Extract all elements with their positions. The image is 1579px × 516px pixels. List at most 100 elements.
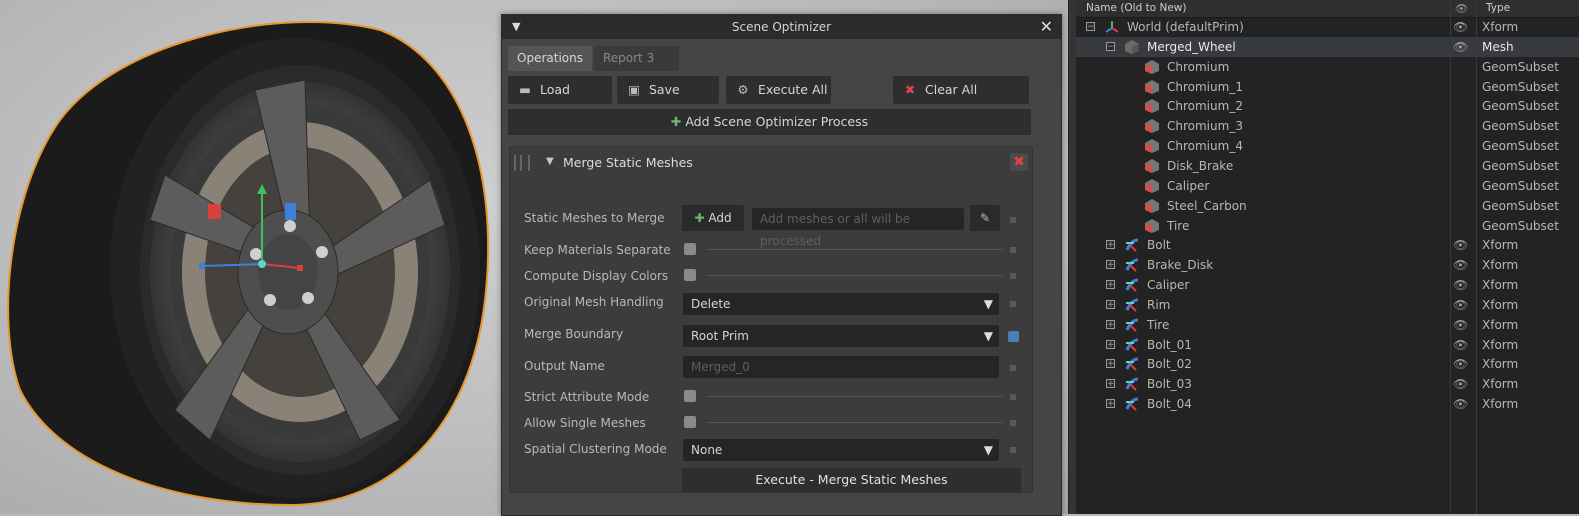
optimizer-titlebar[interactable]: ▼ Scene Optimizer ✕ <box>502 15 1061 39</box>
prim-type: Xform <box>1482 397 1519 412</box>
visibility-eye-icon[interactable]: 👁 <box>1453 315 1468 335</box>
tree-row[interactable]: + Tire 👁 Xform <box>1076 315 1579 335</box>
compute-colors-checkbox[interactable] <box>684 269 696 281</box>
optimizer-title: Scene Optimizer <box>731 20 832 34</box>
visibility-eye-icon[interactable]: 👁 <box>1453 335 1468 355</box>
tree-row[interactable]: Steel_Carbon GeomSubset <box>1076 196 1579 216</box>
reset-indicator[interactable] <box>1010 447 1016 453</box>
visibility-eye-icon[interactable]: 👁 <box>1453 17 1468 37</box>
tree-row[interactable]: Disk_Brake GeomSubset <box>1076 156 1579 176</box>
tree-row[interactable]: − World (defaultPrim) 👁 Xform <box>1076 17 1579 37</box>
visibility-column-icon[interactable]: 👁 <box>1455 2 1468 15</box>
merge-boundary-select[interactable]: Root Prim ▼ <box>683 325 999 347</box>
tree-row[interactable]: Chromium_2 GeomSubset <box>1076 96 1579 116</box>
geomsubset-icon <box>1144 118 1160 134</box>
prim-name: Steel_Carbon <box>1167 198 1247 213</box>
tree-row[interactable]: + Bolt_01 👁 Xform <box>1076 335 1579 355</box>
add-process-label: Add Scene Optimizer Process <box>685 114 869 129</box>
tree-row[interactable]: + Bolt_02 👁 Xform <box>1076 354 1579 374</box>
column-type-header[interactable]: Type <box>1486 2 1510 14</box>
close-icon[interactable]: ✕ <box>1040 17 1053 36</box>
visibility-eye-icon[interactable]: 👁 <box>1453 275 1468 295</box>
reset-indicator[interactable] <box>1010 365 1016 371</box>
visibility-eye-icon[interactable]: 👁 <box>1453 255 1468 275</box>
tree-row[interactable]: + Bolt_03 👁 Xform <box>1076 374 1579 394</box>
add-process-button[interactable]: ✚ Add Scene Optimizer Process <box>508 109 1031 135</box>
prim-type: Xform <box>1482 278 1519 293</box>
visibility-eye-icon[interactable]: 👁 <box>1453 37 1468 57</box>
spatial-mode-label: Spatial Clustering Mode <box>524 442 667 456</box>
visibility-eye-icon[interactable]: 👁 <box>1453 394 1468 414</box>
reset-indicator[interactable] <box>1010 273 1016 279</box>
tab-operations[interactable]: Operations <box>508 46 592 71</box>
edit-pencil-icon[interactable]: ✎ <box>970 205 1000 231</box>
spatial-mode-select[interactable]: None ▼ <box>683 439 999 461</box>
expand-icon[interactable]: + <box>1106 280 1115 290</box>
divider <box>706 396 1003 397</box>
keep-materials-checkbox[interactable] <box>684 243 696 255</box>
prim-name: Bolt_02 <box>1147 357 1192 372</box>
strict-attr-checkbox[interactable] <box>684 390 696 402</box>
prim-type: Xform <box>1482 297 1519 312</box>
reset-indicator[interactable] <box>1010 394 1016 400</box>
expand-icon[interactable]: + <box>1106 339 1115 349</box>
tree-row[interactable]: + Bolt_04 👁 Xform <box>1076 394 1579 414</box>
panel-header[interactable]: ▼ Merge Static Meshes ✖ <box>510 147 1032 177</box>
clear-all-processes-button[interactable]: ✖Clear All Processes <box>893 76 1029 125</box>
load-preset-button[interactable]: ▬Load Preset <box>508 76 612 125</box>
modified-indicator[interactable] <box>1008 331 1019 342</box>
meshes-input[interactable]: Add meshes or all will be processed <box>752 208 964 248</box>
expand-icon[interactable]: + <box>1106 379 1115 389</box>
tree-row[interactable]: Chromium_1 GeomSubset <box>1076 77 1579 97</box>
visibility-eye-icon[interactable]: 👁 <box>1453 235 1468 255</box>
prim-type: Xform <box>1482 317 1519 332</box>
expand-icon[interactable]: + <box>1106 299 1115 309</box>
output-name-input[interactable]: Merged_0 <box>683 356 999 378</box>
tree-row[interactable]: Caliper GeomSubset <box>1076 176 1579 196</box>
collapse-icon[interactable]: − <box>1106 41 1115 51</box>
expand-icon[interactable]: + <box>1106 319 1115 329</box>
column-name-header[interactable]: Name (Old to New) <box>1086 2 1186 14</box>
collapse-icon[interactable]: − <box>1086 22 1095 32</box>
tree-row[interactable]: Chromium_3 GeomSubset <box>1076 116 1579 136</box>
expand-icon[interactable]: + <box>1106 260 1115 270</box>
output-name-label: Output Name <box>524 359 605 373</box>
expand-icon[interactable]: + <box>1106 399 1115 409</box>
tree-row[interactable]: + Rim 👁 Xform <box>1076 295 1579 315</box>
add-meshes-button[interactable]: ✚ Add <box>682 205 744 231</box>
allow-single-checkbox[interactable] <box>684 416 696 428</box>
expand-icon[interactable]: + <box>1106 240 1115 250</box>
prim-type: GeomSubset <box>1482 218 1559 233</box>
collapse-icon[interactable]: ▼ <box>546 156 554 167</box>
reset-indicator[interactable] <box>1010 420 1016 426</box>
tree-row[interactable]: Chromium_4 GeomSubset <box>1076 136 1579 156</box>
tree-row[interactable]: − Merged_Wheel 👁 Mesh <box>1076 36 1579 57</box>
tree-row[interactable]: Tire GeomSubset <box>1076 216 1579 236</box>
visibility-eye-icon[interactable]: 👁 <box>1453 374 1468 394</box>
stage-header: Name (Old to New) 👁 Type <box>1076 0 1579 18</box>
reset-indicator[interactable] <box>1010 247 1016 253</box>
expand-icon[interactable]: + <box>1106 359 1115 369</box>
xform-icon <box>1124 297 1140 313</box>
prim-name: Chromium_3 <box>1167 119 1243 134</box>
divider <box>706 275 1003 276</box>
tree-row[interactable]: + Bolt 👁 Xform <box>1076 235 1579 255</box>
tree-row[interactable]: Chromium GeomSubset <box>1076 57 1579 77</box>
tab-report-3[interactable]: Report 3 <box>593 46 679 71</box>
reset-indicator[interactable] <box>1010 301 1016 307</box>
visibility-eye-icon[interactable]: 👁 <box>1453 295 1468 315</box>
visibility-eye-icon[interactable]: 👁 <box>1453 354 1468 374</box>
execute-merge-button[interactable]: Execute - Merge Static Meshes <box>682 468 1021 492</box>
tree-row[interactable]: + Caliper 👁 Xform <box>1076 275 1579 295</box>
prim-name: Tire <box>1147 317 1170 332</box>
prim-type: GeomSubset <box>1482 198 1559 213</box>
tree-row[interactable]: + Brake_Disk 👁 Xform <box>1076 255 1579 275</box>
panel-title: Merge Static Meshes <box>563 155 693 170</box>
drag-handle-icon[interactable] <box>514 155 530 171</box>
execute-all-button[interactable]: ⚙ Execute All <box>726 76 831 104</box>
save-preset-button[interactable]: ▣Save Preset <box>617 76 719 125</box>
original-handling-select[interactable]: Delete ▼ <box>683 293 999 315</box>
xform-icon <box>1124 356 1140 372</box>
reset-indicator[interactable] <box>1010 217 1016 223</box>
remove-process-icon[interactable]: ✖ <box>1010 153 1028 171</box>
